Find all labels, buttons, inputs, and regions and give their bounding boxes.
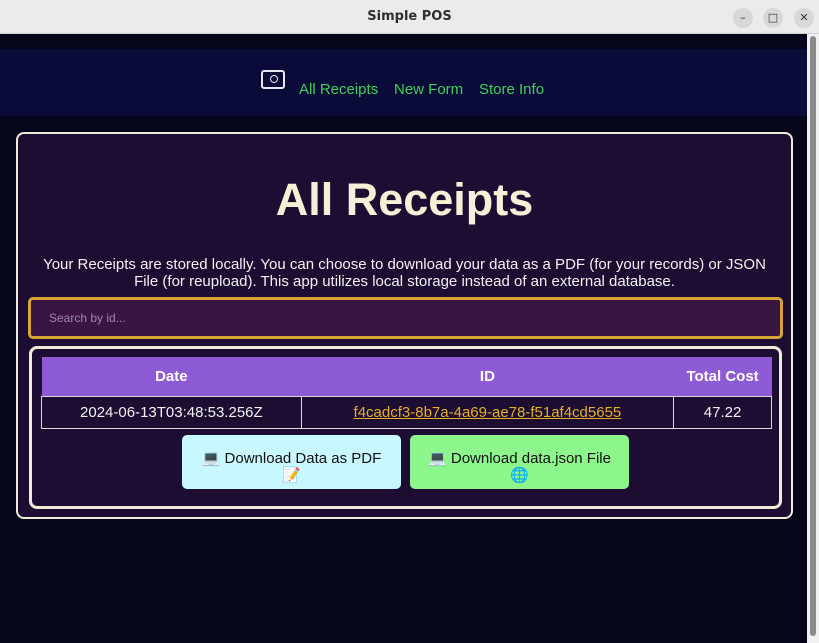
- nav-link-store-info[interactable]: Store Info: [479, 81, 544, 98]
- scrollbar[interactable]: [807, 34, 819, 643]
- memo-icon: 📝: [282, 466, 301, 484]
- column-header-total-cost: Total Cost: [673, 357, 772, 396]
- column-header-id: ID: [301, 357, 674, 396]
- table-header-row: Date ID Total Cost: [41, 357, 772, 396]
- receipts-card: All Receipts Your Receipts are stored lo…: [16, 132, 793, 519]
- download-json-label: 💻 Download data.json File: [428, 449, 611, 467]
- download-json-button[interactable]: 💻 Download data.json File 🌐: [410, 435, 629, 489]
- minimize-button[interactable]: –: [733, 8, 753, 28]
- page-title: All Receipts: [275, 174, 534, 225]
- maximize-button[interactable]: □: [763, 8, 783, 28]
- column-header-date: Date: [41, 357, 302, 396]
- nav-link-all-receipts[interactable]: All Receipts: [299, 81, 378, 98]
- window-title: Simple POS: [367, 9, 452, 24]
- page-description: Your Receipts are stored locally. You ca…: [43, 256, 766, 290]
- globe-icon: 🌐: [510, 466, 529, 484]
- navbar: All Receipts New Form Store Info: [0, 49, 807, 116]
- search-box: [28, 297, 783, 339]
- receipt-total: 47.22: [673, 395, 772, 429]
- receipt-id-cell: f4cadcf3-8b7a-4a69-ae78-f51af4cd5655: [300, 395, 675, 429]
- receipt-box-icon[interactable]: [261, 70, 285, 89]
- page: All Receipts New Form Store Info All Rec…: [0, 34, 807, 643]
- download-pdf-button[interactable]: 💻 Download Data as PDF 📝: [182, 435, 401, 489]
- close-button[interactable]: ✕: [794, 8, 814, 28]
- table-row: 2024-06-13T03:48:53.256Z f4cadcf3-8b7a-4…: [41, 395, 772, 429]
- receipts-table: Date ID Total Cost 2024-06-13T03:48:53.2…: [41, 357, 772, 429]
- receipt-date: 2024-06-13T03:48:53.256Z: [41, 395, 302, 429]
- download-pdf-label: 💻 Download Data as PDF: [201, 449, 382, 467]
- receipts-panel: Date ID Total Cost 2024-06-13T03:48:53.2…: [29, 346, 782, 509]
- nav-link-new-form[interactable]: New Form: [394, 81, 463, 98]
- receipt-id-link[interactable]: f4cadcf3-8b7a-4a69-ae78-f51af4cd5655: [354, 404, 622, 421]
- search-input[interactable]: [31, 300, 780, 336]
- window-titlebar: Simple POS – □ ✕: [0, 0, 819, 34]
- scrollbar-thumb[interactable]: [810, 36, 816, 636]
